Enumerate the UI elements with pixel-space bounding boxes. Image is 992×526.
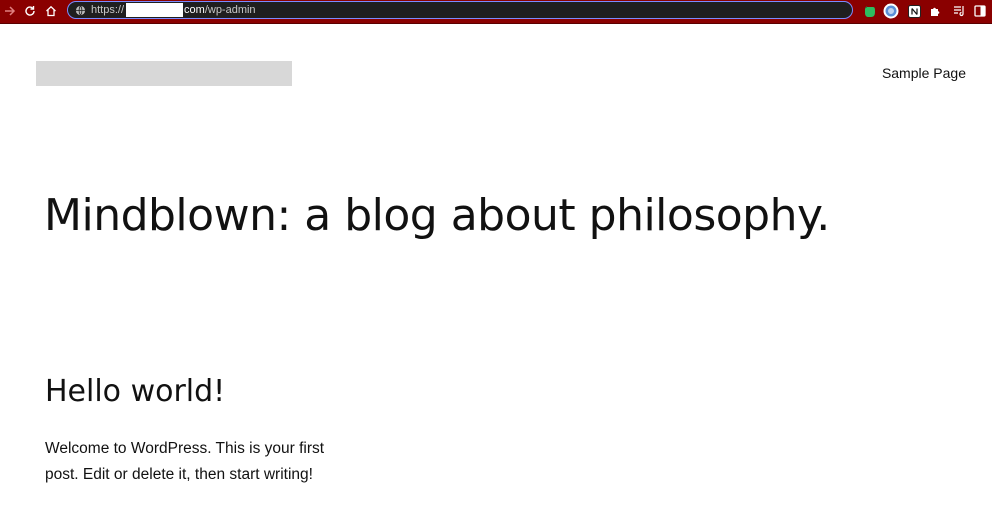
forward-arrow-icon[interactable] [0, 0, 20, 22]
address-bar[interactable]: https:// com/wp-admin [67, 1, 853, 19]
url-text: https:// com/wp-admin [91, 3, 256, 17]
browser-toolbar: https:// com/wp-admin [0, 0, 992, 24]
nav-sample-page-link[interactable]: Sample Page [882, 65, 966, 81]
post-excerpt: Welcome to WordPress. This is your first… [45, 440, 325, 483]
site-title-redacted [36, 61, 292, 86]
extensions-puzzle-icon[interactable] [927, 3, 943, 19]
site-info-icon[interactable] [74, 4, 86, 16]
url-scheme: https:// [91, 4, 125, 16]
url-domain-suffix: com [184, 4, 205, 16]
home-icon[interactable] [41, 0, 61, 22]
post-title-link[interactable]: Hello world! [45, 374, 225, 409]
reading-list-icon[interactable] [951, 3, 967, 19]
reload-icon[interactable] [20, 0, 40, 22]
notion-extension-icon[interactable] [906, 3, 922, 19]
url-host-redacted [126, 3, 184, 17]
evernote-extension-icon[interactable] [862, 3, 878, 19]
profile-avatar-icon[interactable] [883, 3, 899, 19]
side-panel-icon[interactable] [972, 3, 988, 19]
page-tagline: Mindblown: a blog about philosophy. [44, 190, 830, 241]
url-path: /wp-admin [204, 4, 256, 16]
